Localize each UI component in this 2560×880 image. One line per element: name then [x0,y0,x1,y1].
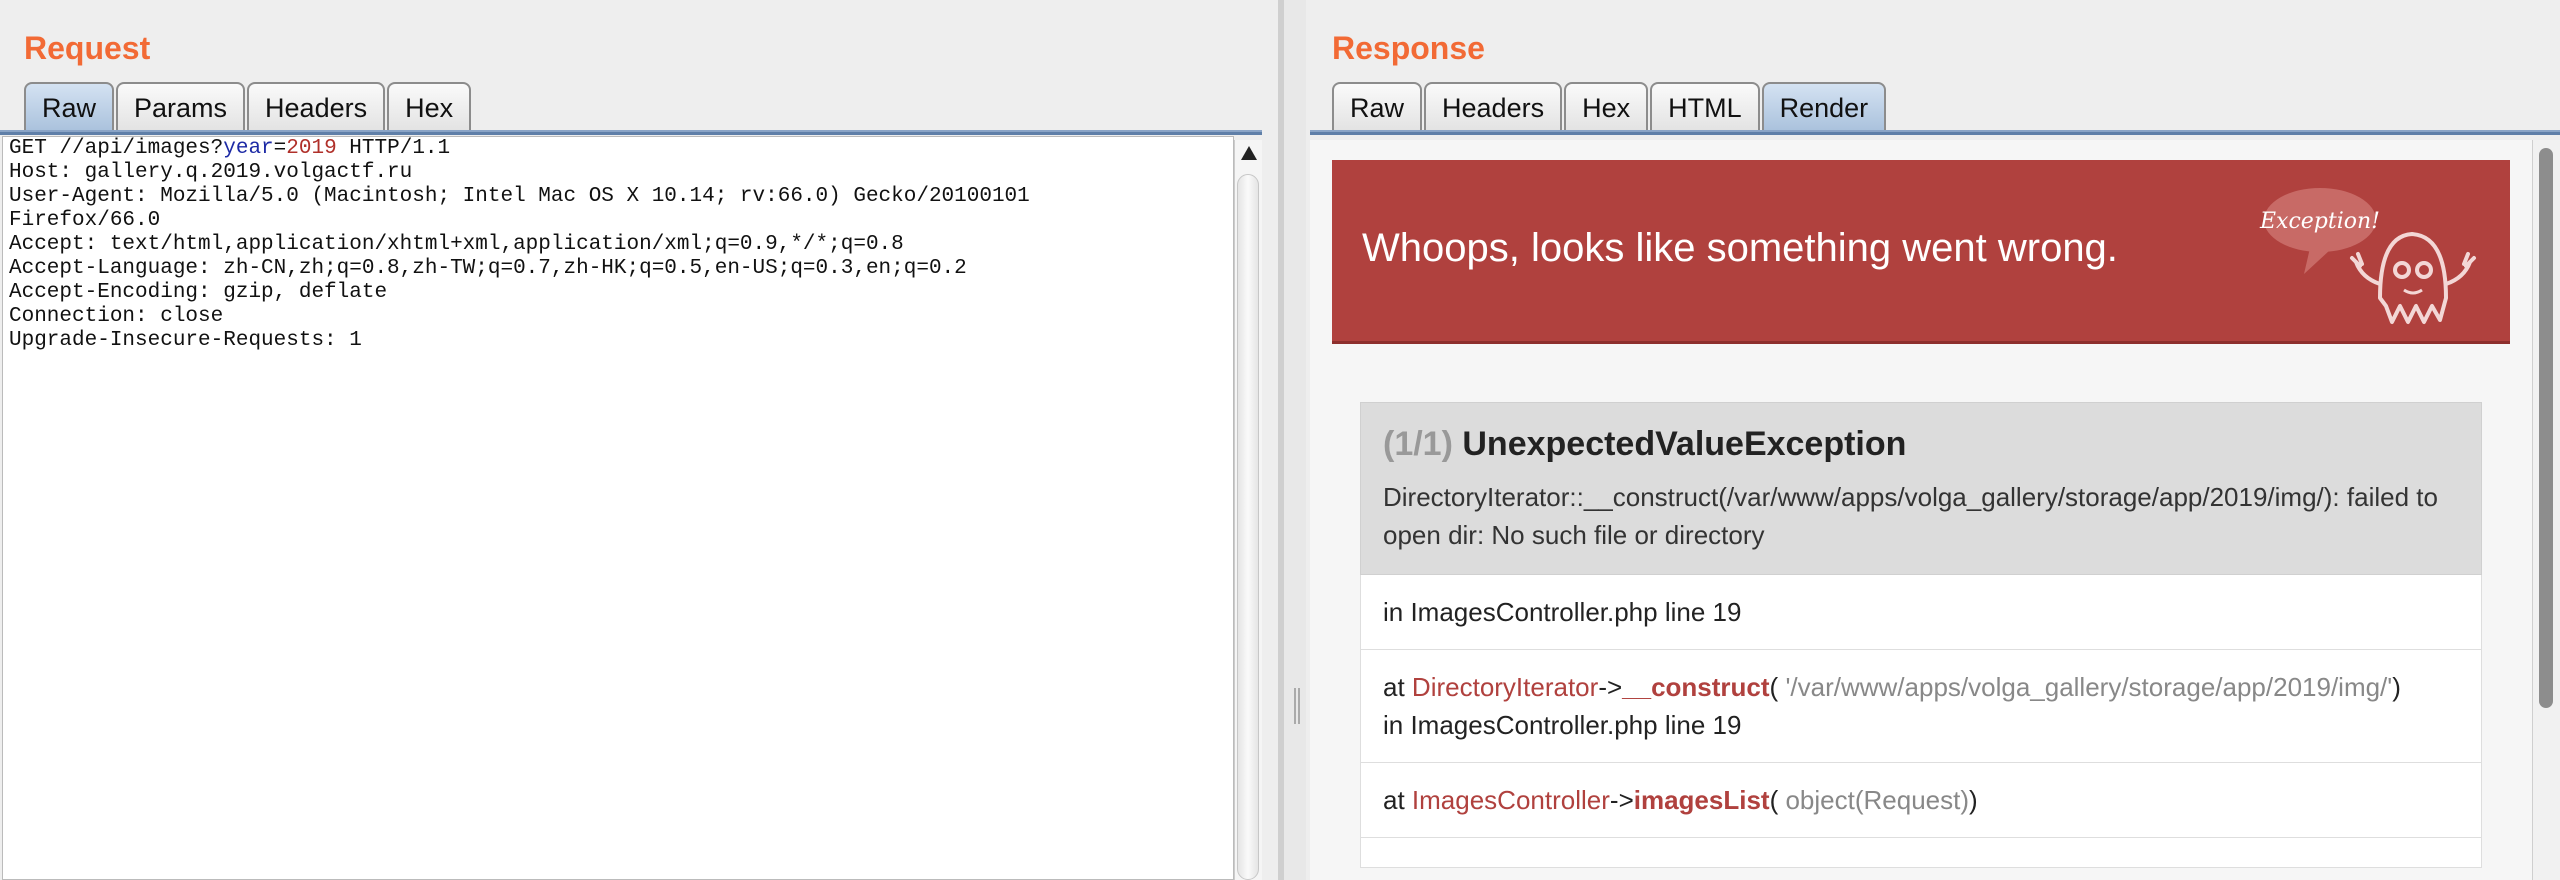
response-scrollbar[interactable] [2532,140,2560,880]
exception-message: DirectoryIterator::__construct(/var/www/… [1383,482,2438,550]
request-title: Request [24,30,151,66]
response-tab-headers[interactable]: Headers [1424,82,1563,132]
header-line: Accept-Language: zh-CN,zh;q=0.8,zh-TW;q=… [9,257,967,280]
frame-class: DirectoryIterator [1411,672,1599,702]
header-line: Firefox/66.0 [9,209,161,232]
response-tab-raw[interactable]: Raw [1332,82,1423,132]
request-tab-divider [0,130,1262,135]
response-tabs: Raw Headers Hex HTML Render [1332,82,1888,132]
exception-count: (1/1) [1383,425,1453,463]
exception-header: (1/1) UnexpectedValueException Directory… [1360,402,2482,575]
exception-ghost-icon: Exception! [2259,188,2476,324]
response-pane: Response Raw Headers Hex HTML Render Who… [1310,0,2560,880]
response-tab-html[interactable]: HTML [1650,82,1760,132]
response-render-view: Whoops, looks like something went wrong.… [1310,140,2532,880]
header-line: Host: gallery.q.2019.volgactf.ru [9,161,413,184]
frame-location: in ImagesController.php line 19 [1383,597,1742,627]
header-line: Upgrade-Insecure-Requests: 1 [9,329,362,352]
frame-args: '/var/www/apps/volga_gallery/storage/app… [1785,672,2393,702]
header-line: Accept: text/html,application/xhtml+xml,… [9,233,904,256]
response-tab-render[interactable]: Render [1761,82,1887,132]
header-line: User-Agent: Mozilla/5.0 (Macintosh; Inte… [9,185,1030,208]
exception-name: UnexpectedValueException [1462,425,1907,463]
response-scroll-thumb[interactable] [2539,148,2553,708]
request-tab-params[interactable]: Params [116,82,246,132]
request-editor[interactable]: GET //api/images?year=2019 HTTP/1.1 Host… [2,136,1234,880]
request-tabs: Raw Params Headers Hex [24,82,473,132]
scroll-up-arrow-icon[interactable] [1241,146,1257,160]
request-tab-raw[interactable]: Raw [24,82,115,132]
burp-repeater-window: Request Raw Params Headers Hex GET //api… [0,0,2560,880]
exception-badge-text: Exception! [2259,209,2380,234]
request-pane: Request Raw Params Headers Hex GET //api… [0,0,1270,880]
stack-frame [1360,838,2482,868]
frame-location: in ImagesController.php line 19 [1383,710,1742,740]
request-scrollbar[interactable] [1234,140,1262,880]
request-line: GET //api/images?year=2019 HTTP/1.1 [9,137,451,160]
response-tab-hex[interactable]: Hex [1564,82,1649,132]
frame-function: imagesList [1633,785,1770,815]
request-scroll-thumb[interactable] [1237,174,1259,880]
request-tab-headers[interactable]: Headers [247,82,386,132]
stack-frame: at DirectoryIterator->__construct( '/var… [1360,650,2482,763]
response-title: Response [1332,30,1485,66]
response-tab-divider [1310,130,2560,135]
request-tab-hex[interactable]: Hex [387,82,472,132]
exception-box: (1/1) UnexpectedValueException Directory… [1360,402,2482,868]
frame-function: __construct [1622,672,1770,702]
exception-title: (1/1) UnexpectedValueException [1383,425,2459,464]
stack-frame: in ImagesController.php line 19 [1360,575,2482,650]
frame-args: object(Request) [1785,785,1970,815]
frame-call: at DirectoryIterator->__construct( '/var… [1383,672,2401,702]
frame-class: ImagesController [1411,785,1610,815]
splitter-grip-icon[interactable] [1294,688,1300,724]
pane-splitter[interactable] [1278,0,1306,880]
header-line: Accept-Encoding: gzip, deflate [9,281,388,304]
frame-call: at ImagesController->imagesList( object(… [1383,785,1978,815]
error-banner: Whoops, looks like something went wrong.… [1332,160,2510,344]
header-line: Connection: close [9,305,224,328]
stack-frame: at ImagesController->imagesList( object(… [1360,763,2482,838]
error-banner-text: Whoops, looks like something went wrong. [1362,226,2118,270]
